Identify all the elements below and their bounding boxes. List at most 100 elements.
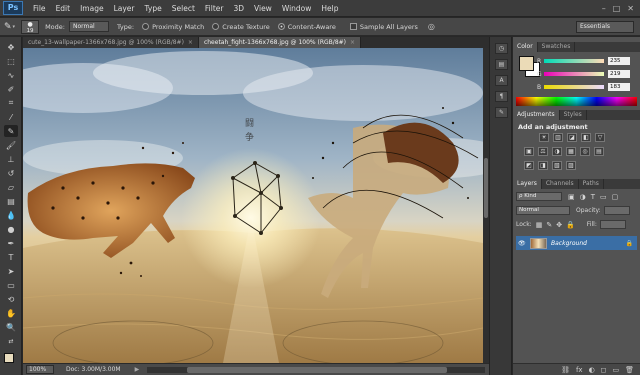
tab-swatches[interactable]: Swatches <box>538 42 576 52</box>
properties-panel-icon[interactable]: ▤ <box>495 59 508 70</box>
lock-pixels-icon[interactable]: ✎ <box>546 221 552 229</box>
marquee-tool-icon[interactable]: ⬚ <box>4 55 18 67</box>
foreground-color-swatch[interactable] <box>519 56 534 71</box>
levels-icon[interactable]: ▥ <box>553 133 563 142</box>
lock-position-icon[interactable]: ✥ <box>556 221 562 229</box>
fill-field[interactable] <box>599 220 626 229</box>
blur-tool-icon[interactable]: 💧 <box>4 209 18 221</box>
tab-styles[interactable]: Styles <box>560 110 587 120</box>
spot-healing-brush-icon[interactable]: ✎ <box>4 22 12 32</box>
blue-slider[interactable] <box>544 85 604 89</box>
menu-window[interactable]: Window <box>282 4 312 13</box>
photo-filter-icon[interactable]: ▦ <box>566 147 576 156</box>
menu-file[interactable]: File <box>33 4 46 13</box>
lasso-tool-icon[interactable]: ∿ <box>4 69 18 81</box>
workspace-switcher[interactable]: Essentials <box>576 20 634 33</box>
pressure-size-icon[interactable]: ◎ <box>428 22 435 31</box>
threshold-icon[interactable]: ▧ <box>552 161 562 170</box>
clone-stamp-tool-icon[interactable]: ⊥ <box>4 153 18 165</box>
status-menu-arrow-icon[interactable]: ▶ <box>135 366 140 373</box>
menu-filter[interactable]: Filter <box>205 4 224 13</box>
mode-select[interactable]: Normal <box>68 21 109 32</box>
invert-icon[interactable]: ◩ <box>524 161 534 170</box>
brush-panel-icon[interactable]: ✎ <box>495 107 508 118</box>
new-layer-icon[interactable]: ▭ <box>612 366 619 374</box>
vibrance-icon[interactable]: ▽ <box>595 133 605 142</box>
filter-pixel-icon[interactable]: ▣ <box>568 193 575 201</box>
new-group-icon[interactable]: ◻ <box>601 366 607 374</box>
blend-mode-select[interactable]: Normal <box>516 206 570 215</box>
tab-adjustments[interactable]: Adjustments <box>513 110 560 120</box>
scrollbar-thumb[interactable] <box>187 366 448 373</box>
new-adjustment-layer-icon[interactable]: ◐ <box>589 366 595 374</box>
minimize-button[interactable]: – <box>602 4 606 13</box>
visibility-eye-icon[interactable]: 👁 <box>518 240 527 247</box>
close-button[interactable]: ✕ <box>627 4 634 13</box>
zoom-level-field[interactable]: 100% <box>26 365 54 374</box>
color-spectrum-bar[interactable] <box>516 97 637 106</box>
maximize-button[interactable]: □ <box>613 4 621 13</box>
menu-image[interactable]: Image <box>80 4 104 13</box>
menu-layer[interactable]: Layer <box>114 4 135 13</box>
lock-transparent-icon[interactable]: ▦ <box>536 221 543 229</box>
dodge-tool-icon[interactable]: ● <box>4 223 18 235</box>
eyedropper-tool-icon[interactable]: ⁄ <box>4 111 18 123</box>
doc-tab-1[interactable]: cute_13-wallpaper-1366x768.jpg @ 100% (R… <box>23 37 199 48</box>
paragraph-panel-icon[interactable]: ¶ <box>495 91 508 102</box>
history-brush-tool-icon[interactable]: ↺ <box>4 167 18 179</box>
hand-tool-icon[interactable]: ✋ <box>4 307 18 319</box>
sample-all-layers-checkbox[interactable] <box>349 23 357 30</box>
rectangle-tool-icon[interactable]: ▭ <box>4 279 18 291</box>
menu-select[interactable]: Select <box>172 4 195 13</box>
color-lookup-icon[interactable]: ▤ <box>594 147 604 156</box>
swap-colors-icon[interactable]: ⇄ <box>4 335 18 347</box>
brush-tool-icon[interactable]: 🖌 <box>4 139 18 151</box>
menu-3d[interactable]: 3D <box>233 4 244 13</box>
filter-type-icon[interactable]: T <box>591 193 595 201</box>
green-slider[interactable] <box>544 72 604 76</box>
hue-saturation-icon[interactable]: ▣ <box>524 147 534 156</box>
horizontal-scrollbar[interactable] <box>147 366 485 373</box>
menu-edit[interactable]: Edit <box>56 4 71 13</box>
close-icon[interactable]: × <box>350 37 355 48</box>
layer-filter-kind-select[interactable]: ρ Kind <box>516 192 562 201</box>
proximity-match-radio[interactable] <box>142 23 150 30</box>
tab-channels[interactable]: Channels <box>542 179 579 189</box>
exposure-icon[interactable]: ◧ <box>581 133 591 142</box>
layer-row-background[interactable]: 👁 Background 🔒 <box>516 236 637 250</box>
eraser-tool-icon[interactable]: ▱ <box>4 181 18 193</box>
tab-paths[interactable]: Paths <box>579 179 604 189</box>
gradient-tool-icon[interactable]: ▤ <box>4 195 18 207</box>
delete-layer-icon[interactable]: 🗑 <box>625 366 634 374</box>
link-layers-icon[interactable]: ⛓ <box>561 366 570 374</box>
crop-tool-icon[interactable]: ⌗ <box>4 97 18 109</box>
green-value-field[interactable]: 219 <box>608 70 630 78</box>
filter-smart-object-icon[interactable]: ▢ <box>612 193 619 201</box>
posterize-icon[interactable]: ◨ <box>538 161 548 170</box>
menu-view[interactable]: View <box>254 4 272 13</box>
content-aware-radio[interactable] <box>277 23 285 30</box>
close-icon[interactable]: × <box>188 37 193 48</box>
red-slider[interactable] <box>544 59 604 63</box>
color-balance-icon[interactable]: ⚖ <box>538 147 548 156</box>
opacity-field[interactable] <box>603 206 630 215</box>
foreground-color-swatch[interactable] <box>4 353 14 363</box>
tab-layers[interactable]: Layers <box>513 179 542 189</box>
pen-tool-icon[interactable]: ✒ <box>4 237 18 249</box>
blue-value-field[interactable]: 183 <box>608 83 630 91</box>
menu-help[interactable]: Help <box>321 4 338 13</box>
3d-rotate-tool-icon[interactable]: ⟲ <box>4 293 18 305</box>
zoom-tool-icon[interactable]: 🔍 <box>4 321 18 333</box>
character-panel-icon[interactable]: A <box>495 75 508 86</box>
tab-color[interactable]: Color <box>513 42 538 52</box>
curves-icon[interactable]: ◪ <box>567 133 577 142</box>
brightness-contrast-icon[interactable]: ☀ <box>539 133 549 142</box>
filter-shape-icon[interactable]: ▭ <box>600 193 607 201</box>
red-value-field[interactable]: 235 <box>608 57 630 65</box>
create-texture-radio[interactable] <box>212 23 220 30</box>
chevron-down-icon[interactable]: ▾ <box>13 24 16 30</box>
brush-preset-picker[interactable]: ● 19 <box>21 19 40 34</box>
move-tool-icon[interactable]: ✥ <box>4 41 18 53</box>
gradient-map-icon[interactable]: ▨ <box>566 161 576 170</box>
filter-adjustment-icon[interactable]: ◑ <box>580 193 586 201</box>
